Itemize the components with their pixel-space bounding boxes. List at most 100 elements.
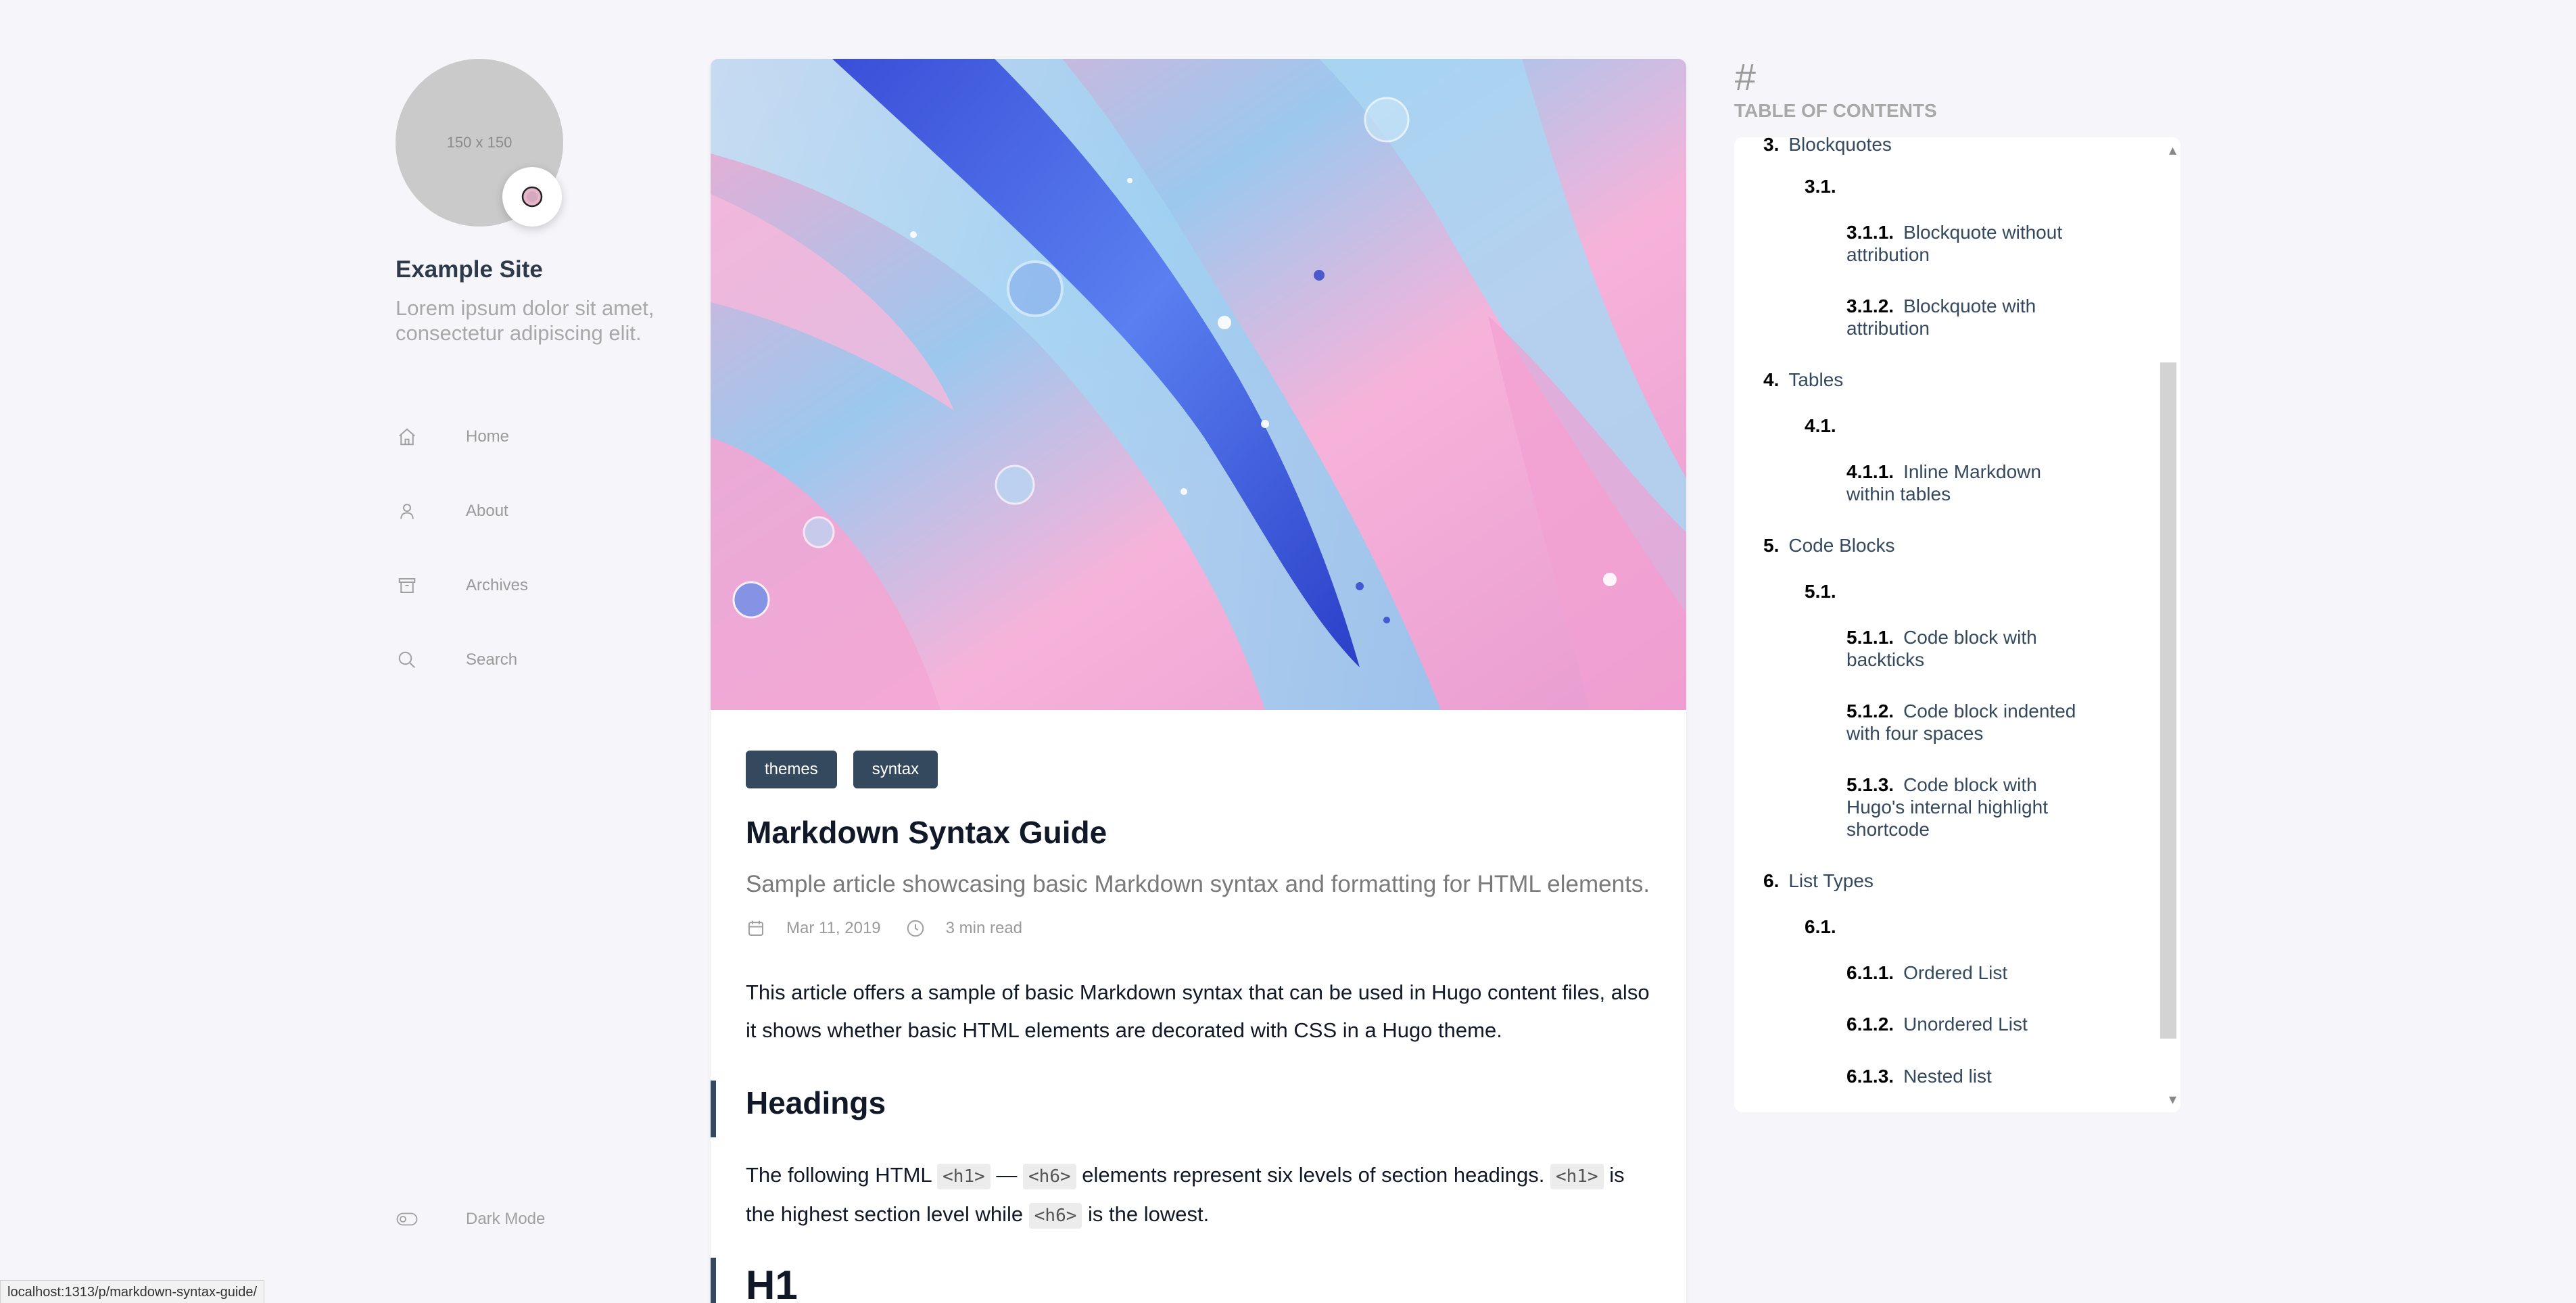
site-name[interactable]: Example Site [396, 256, 679, 283]
toc-item[interactable]: 4. Tables [1763, 369, 1843, 391]
read-time-meta: 3 min read [905, 918, 1022, 939]
user-icon [396, 500, 419, 523]
article-title[interactable]: Markdown Syntax Guide [746, 814, 1651, 851]
toc-scrollbar[interactable]: ▴ ▾ [2160, 137, 2180, 1112]
sidebar-item-label: About [466, 502, 508, 520]
toc-number: 5.1.2. [1846, 701, 1894, 721]
toc-number: 6.1.2. [1846, 1014, 1894, 1035]
sidebar-item-search[interactable]: Search [396, 623, 679, 697]
sidebar-item-home[interactable]: Home [396, 400, 679, 474]
section-heading: Headings [711, 1081, 1651, 1137]
sidebar-item-label: Search [466, 650, 518, 669]
calendar-icon [748, 920, 763, 936]
toc-number: 3.1. [1805, 176, 1836, 197]
scroll-down-icon[interactable]: ▾ [2169, 1091, 2176, 1108]
scroll-up-icon[interactable]: ▴ [2169, 141, 2176, 159]
dark-mode-label: Dark Mode [466, 1210, 546, 1228]
tag-themes[interactable]: themes [746, 751, 837, 788]
avatar-placeholder-text: 150 x 150 [446, 134, 512, 151]
toc-item[interactable]: 4.1. [1805, 414, 1846, 437]
toc-number: 6. [1763, 870, 1780, 891]
browser-status-bar: localhost:1313/p/markdown-syntax-guide/ [0, 1280, 265, 1303]
sidebar: 150 x 150 Example Site Lorem ipsum dolor… [396, 59, 679, 697]
text-segment: The following HTML [746, 1163, 932, 1187]
inline-code: <h1> [1550, 1164, 1604, 1189]
sidebar-nav: Home About Archives Search [396, 400, 679, 697]
toc-number: 3. [1763, 137, 1780, 155]
toc-item[interactable]: 5.1. [1805, 580, 1846, 602]
toc-item[interactable]: 5. Code Blocks [1763, 534, 1895, 556]
toc-number: 5.1.3. [1846, 774, 1894, 795]
toc-item[interactable]: 5.1.1. Code block with backticks [1846, 626, 2063, 671]
toc-item[interactable]: 3.1.1. Blockquote without attribution [1846, 221, 2103, 266]
avatar-container: 150 x 150 [396, 59, 563, 227]
sidebar-item-label: Home [466, 427, 510, 446]
toc-number: 6.1. [1805, 916, 1836, 937]
toc-label: Code Blocks [1788, 535, 1895, 556]
toc-item[interactable]: 5.1.2. Code block indented with four spac… [1846, 700, 2076, 744]
site-description: Lorem ipsum dolor sit amet, consectetur … [396, 296, 654, 345]
emoji-badge [502, 167, 562, 227]
inline-code: <h6> [1028, 1203, 1082, 1229]
toc-item[interactable]: 5.1.3. Code block with Hugo's internal hi… [1846, 774, 2076, 840]
article-card: themes syntax Markdown Syntax Guide Samp… [711, 59, 1686, 1303]
toc-number: 3.1.2. [1846, 295, 1894, 316]
toc-number: 5.1. [1805, 581, 1836, 602]
publish-date: Mar 11, 2019 [786, 919, 881, 937]
read-time: 3 min read [945, 919, 1023, 937]
article-content: themes syntax Markdown Syntax Guide Samp… [711, 751, 1686, 1303]
toc-item[interactable]: 3.1. [1805, 175, 1846, 197]
status-url: localhost:1313/p/markdown-syntax-guide/ [7, 1284, 258, 1300]
toc-label: Ordered List [1903, 962, 2008, 983]
toc-item[interactable]: 6.1.2. Unordered List [1846, 1013, 2028, 1035]
home-icon [396, 425, 419, 448]
toc-item[interactable]: 6. List Types [1763, 870, 1874, 892]
tag-syntax[interactable]: syntax [853, 751, 938, 788]
scrollbar-thumb[interactable] [2160, 362, 2176, 1039]
toc-number: 4.1.1. [1846, 461, 1894, 482]
toc-title: TABLE OF CONTENTS [1734, 100, 1937, 121]
inline-code: <h1> [937, 1164, 991, 1189]
hero-image[interactable] [711, 59, 1686, 710]
toc-label: Unordered List [1903, 1014, 2028, 1035]
toc-number: 5.1.1. [1846, 627, 1894, 648]
search-icon [396, 648, 419, 671]
toc-number: 5. [1763, 535, 1780, 556]
sidebar-item-archives[interactable]: Archives [396, 548, 679, 623]
toc-number: 6.1.1. [1846, 962, 1894, 983]
article-meta: Mar 11, 2019 3 min read [746, 918, 1651, 939]
headings-paragraph: The following HTML <h1> — <h6> elements … [746, 1156, 1651, 1235]
toc-item[interactable]: 3. Blockquotes [1763, 137, 1892, 156]
text-segment: is the lowest. [1088, 1202, 1210, 1226]
toc-number: 6.1.3. [1846, 1066, 1894, 1087]
date-meta: Mar 11, 2019 [746, 918, 881, 939]
toc-label: Blockquotes [1788, 137, 1892, 155]
inline-code: <h6> [1023, 1164, 1076, 1189]
archive-icon [396, 574, 419, 597]
toc-item[interactable]: 6.1. [1805, 916, 1846, 938]
article-subtitle: Sample article showcasing basic Markdown… [746, 871, 1650, 897]
toc-item[interactable]: 3.1.2. Blockquote with attribution [1846, 295, 2103, 339]
toc-label: Tables [1788, 369, 1844, 390]
intro-paragraph: This article offers a sample of basic Ma… [746, 980, 1650, 1042]
dark-mode-toggle[interactable]: Dark Mode [396, 1208, 545, 1231]
sidebar-item-label: Archives [466, 576, 529, 594]
tag-list: themes syntax [746, 751, 1651, 788]
toc-label: List Types [1788, 870, 1874, 891]
hash-icon: # [1734, 55, 1756, 98]
sidebar-item-about[interactable]: About [396, 474, 679, 548]
section-heading-h1: H1 [711, 1258, 1651, 1303]
text-segment: elements represent six levels of section… [1082, 1163, 1545, 1187]
toc-number: 4.1. [1805, 415, 1836, 436]
emoji-icon [521, 186, 543, 208]
toc-item[interactable]: 6.1.3. Nested list [1846, 1065, 1992, 1087]
toc-item[interactable]: 4.1.1. Inline Markdown within tables [1846, 460, 2076, 505]
toc-header: # TABLE OF CONTENTS [1734, 55, 1937, 122]
toggle-icon [396, 1208, 419, 1231]
toc-number: 4. [1763, 369, 1780, 390]
toc-panel[interactable]: 3. Blockquotes 3.1. 3.1.1. Blockquote with… [1734, 137, 2180, 1112]
clock-icon [907, 920, 924, 937]
toc-item[interactable]: 6.1.1. Ordered List [1846, 962, 2007, 984]
toc-label: Nested list [1903, 1066, 1992, 1087]
text-segment: — [996, 1163, 1018, 1187]
